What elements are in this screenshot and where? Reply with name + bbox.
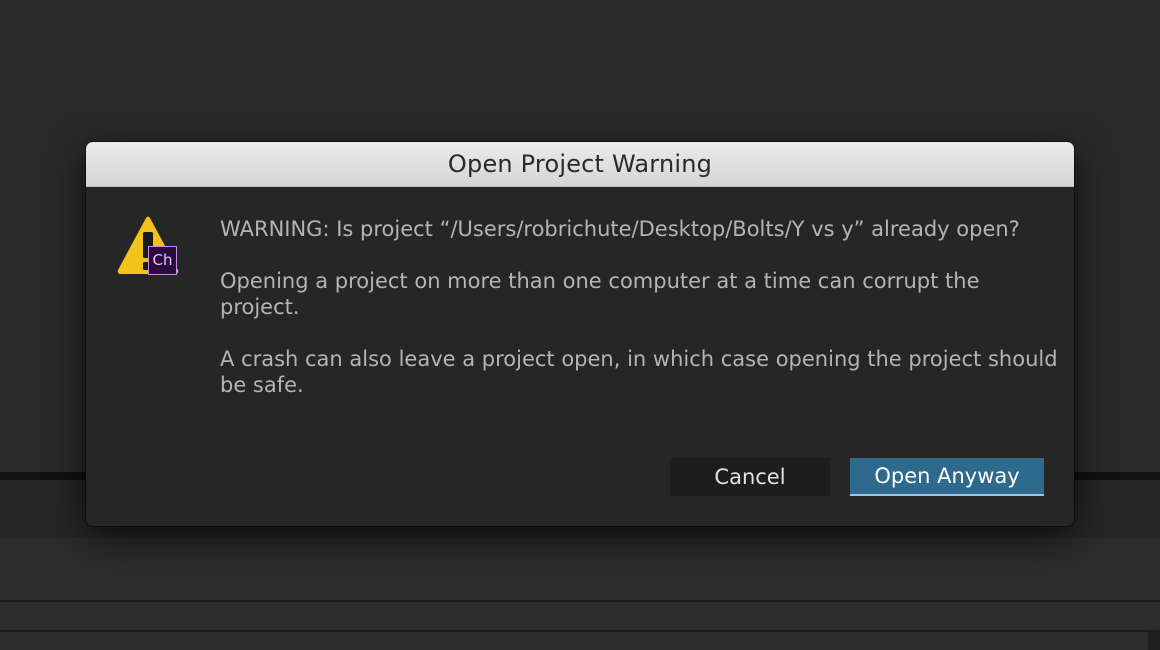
crash-info-text: A crash can also leave a project open, i… — [220, 347, 1058, 397]
background-timeline-panel — [0, 538, 1160, 650]
background-divider — [0, 600, 1160, 602]
dialog-titlebar: Open Project Warning — [86, 142, 1074, 187]
corruption-warning-text: Opening a project on more than one compu… — [220, 269, 980, 319]
open-anyway-button[interactable]: Open Anyway — [850, 458, 1044, 496]
background-divider — [0, 630, 1148, 632]
cancel-button[interactable]: Cancel — [670, 458, 830, 496]
background-scrollbar — [1148, 630, 1160, 650]
warning-text: WARNING: Is project “/Users/robrichute/D… — [220, 217, 1020, 241]
open-project-warning-dialog: Open Project Warning Ch WARNING: Is proj… — [86, 142, 1074, 526]
character-animator-badge-icon: Ch — [148, 246, 177, 275]
dialog-title: Open Project Warning — [447, 150, 713, 178]
dialog-message: WARNING: Is project “/Users/robrichute/D… — [220, 216, 1060, 424]
